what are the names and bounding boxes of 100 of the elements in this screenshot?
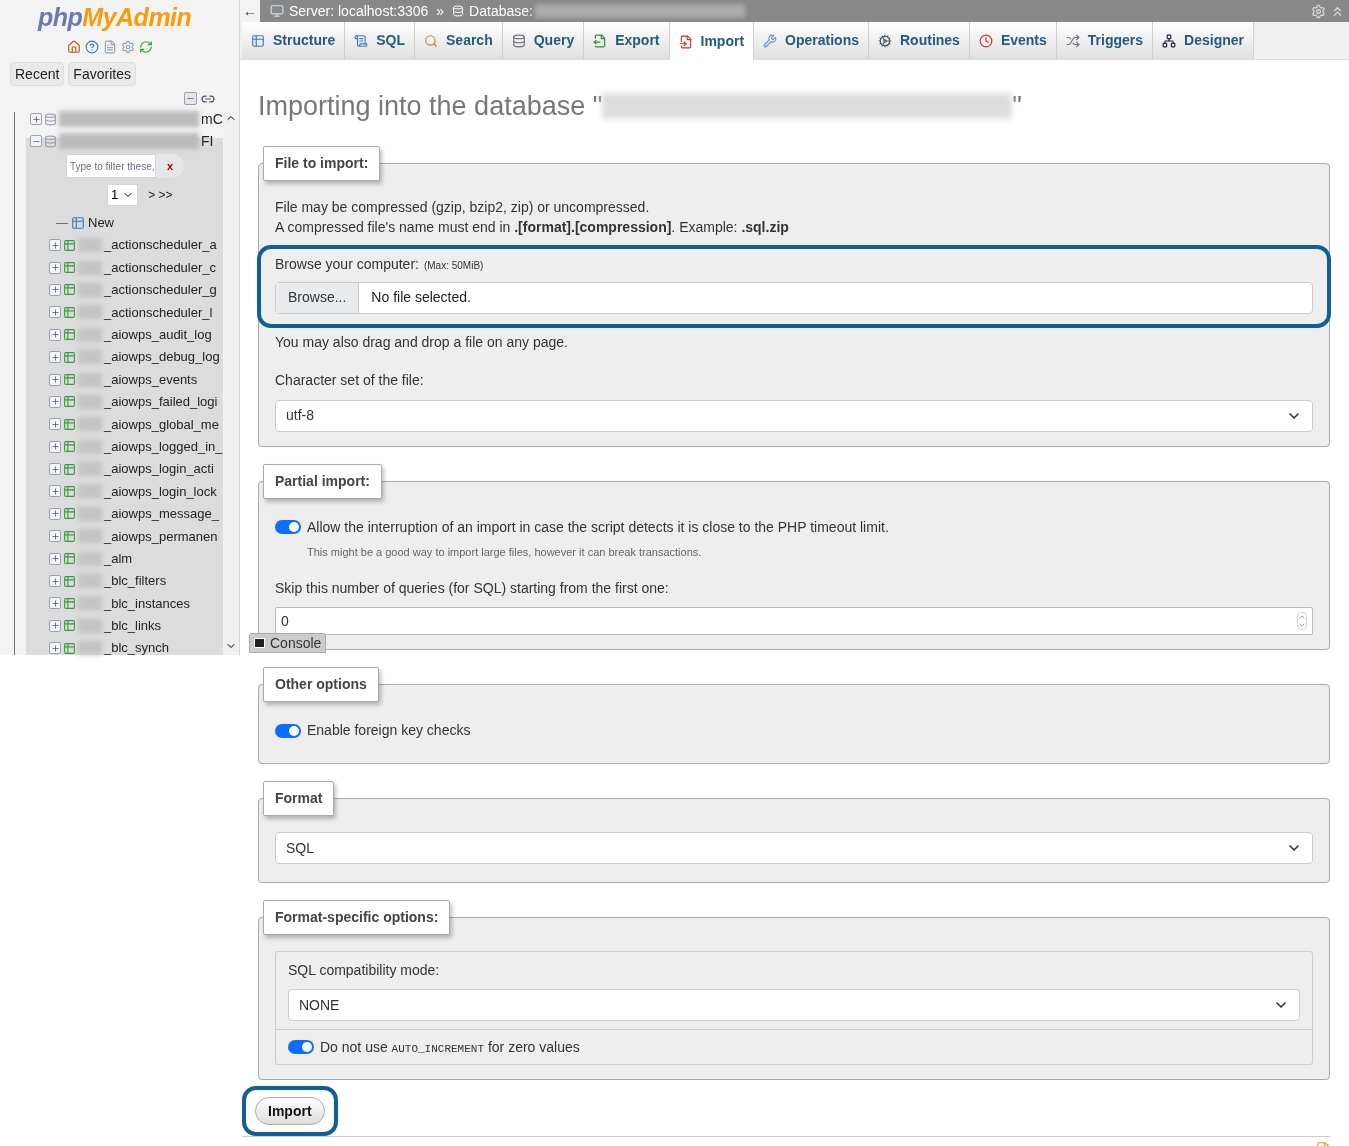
table-icon[interactable] — [63, 552, 76, 566]
file-status: No file selected. — [370, 288, 472, 307]
toggle-switch[interactable] — [275, 520, 301, 534]
expand-icon[interactable] — [49, 418, 61, 431]
table-icon[interactable] — [63, 305, 76, 319]
page-nav-link[interactable]: > >> — [148, 186, 173, 204]
sidebar-button[interactable]: Favorites — [68, 62, 136, 86]
table-name[interactable]: _actionscheduler_a — [104, 235, 217, 255]
link-icon[interactable] — [201, 92, 215, 106]
nav-tab[interactable]: Designer — [1153, 22, 1254, 59]
table-name[interactable]: _aiowps_failed_logi — [104, 392, 218, 412]
page-select[interactable]: 1 — [107, 184, 139, 206]
table-name[interactable]: _alm — [104, 548, 133, 569]
table-icon[interactable] — [63, 574, 76, 588]
clear-filter-button[interactable]: x — [156, 154, 184, 178]
toggle-switch[interactable] — [288, 1040, 314, 1054]
server-link[interactable]: Server: localhost:3306 — [289, 0, 429, 22]
number-field[interactable]: 0 — [275, 607, 1313, 635]
nav-tab[interactable]: Events — [969, 22, 1057, 59]
expand-icon[interactable] — [30, 113, 42, 125]
nav-tab[interactable]: Operations — [754, 22, 869, 59]
table-name[interactable]: _actionscheduler_g — [104, 280, 217, 300]
import-button[interactable]: Import — [255, 1097, 325, 1125]
toggle-switch[interactable] — [275, 723, 301, 738]
file-input[interactable]: Browse... No file selected. — [275, 281, 1313, 314]
new-table-icon[interactable] — [71, 216, 85, 230]
table-name[interactable]: _blc_filters — [104, 571, 167, 591]
table-name[interactable]: _blc_synch — [104, 638, 170, 658]
nav-tab[interactable]: Search — [415, 22, 503, 59]
expand-icon[interactable] — [49, 351, 61, 364]
table-icon[interactable] — [63, 238, 76, 252]
table-name[interactable]: _aiowps_events — [104, 369, 198, 390]
expand-icon[interactable] — [49, 485, 61, 498]
nav-tab[interactable]: SQL — [345, 22, 415, 59]
browse-button[interactable]: Browse... — [276, 282, 360, 313]
nav-tab[interactable]: Export — [584, 22, 670, 59]
nav-tab[interactable]: Query — [502, 22, 585, 59]
wrench-icon — [763, 33, 778, 48]
expand-icon[interactable] — [49, 463, 61, 476]
charset-select[interactable]: utf-8 — [275, 399, 1313, 432]
table-name[interactable]: _aiowps_logged_in_ — [104, 436, 223, 457]
console-tab[interactable]: Console — [249, 633, 327, 653]
table-icon[interactable] — [63, 641, 76, 655]
new-table-link[interactable]: New — [88, 213, 114, 233]
sidebar-button[interactable]: Recent — [10, 62, 65, 86]
table-icon[interactable] — [63, 507, 76, 521]
table-name[interactable]: _aiowps_login_lock — [104, 481, 217, 502]
table-icon[interactable] — [63, 261, 76, 275]
table-name[interactable]: _blc_instances — [104, 593, 190, 614]
database-icon — [511, 33, 526, 48]
table-icon[interactable] — [63, 283, 76, 297]
collapse-icon[interactable] — [30, 135, 42, 147]
help-icon[interactable] — [84, 40, 99, 54]
table-icon[interactable] — [63, 328, 76, 342]
expand-icon[interactable] — [49, 239, 61, 252]
table-icon[interactable] — [63, 395, 76, 409]
back-button[interactable]: ← — [240, 0, 260, 22]
expand-icon[interactable] — [49, 306, 61, 319]
nav-tab[interactable]: Routines — [869, 22, 970, 59]
table-name[interactable]: _aiowps_debug_log — [104, 347, 220, 367]
logo[interactable]: phpMyAdmin — [0, 0, 239, 32]
table-name[interactable]: _aiowps_login_acti — [104, 459, 214, 479]
compat-mode-select[interactable]: NONE — [288, 989, 1300, 1021]
server-icon — [270, 4, 284, 18]
max-size-note: (Max: 50MiB) — [423, 258, 484, 273]
expand-icon[interactable] — [49, 642, 61, 655]
table-name[interactable]: _aiowps_permanen — [104, 526, 218, 546]
expand-icon[interactable] — [49, 597, 61, 610]
reload-icon[interactable] — [138, 40, 153, 54]
table-icon[interactable] — [63, 462, 76, 476]
format-select[interactable]: SQL — [275, 832, 1313, 864]
database-link[interactable]: Database: — [469, 0, 533, 22]
expand-icon[interactable] — [49, 575, 61, 588]
nav-tab[interactable]: Triggers — [1056, 22, 1154, 59]
database-name[interactable]: mC — [201, 108, 223, 130]
table-icon[interactable] — [63, 619, 76, 633]
database-name[interactable]: FI — [201, 130, 214, 152]
nav-tab[interactable]: Structure — [242, 22, 346, 59]
table-icon[interactable] — [63, 417, 76, 431]
table-icon[interactable] — [63, 596, 76, 610]
table-icon[interactable] — [63, 350, 76, 364]
settings-icon[interactable] — [120, 40, 135, 54]
document-icon[interactable] — [102, 40, 117, 54]
table-name[interactable]: _actionscheduler_l — [104, 302, 213, 323]
home-icon[interactable] — [66, 40, 81, 54]
table-name[interactable]: _aiowps_message_ — [104, 504, 219, 524]
nav-tab[interactable]: Import — [669, 22, 755, 61]
table-icon[interactable] — [63, 529, 76, 543]
table-icon[interactable] — [63, 485, 76, 498]
table-name[interactable]: _aiowps_audit_log — [104, 325, 212, 345]
table-name[interactable]: _blc_links — [104, 616, 162, 636]
console-icon — [254, 638, 265, 648]
filter-field[interactable]: Type to filter these, — [66, 154, 156, 178]
collapse-all-icon[interactable] — [184, 92, 197, 105]
table-icon[interactable] — [63, 373, 76, 387]
expand-icon[interactable] — [49, 530, 61, 543]
table-name[interactable]: _actionscheduler_c — [104, 257, 217, 278]
table-name[interactable]: _aiowps_global_me — [104, 414, 219, 435]
table-icon[interactable] — [63, 440, 76, 454]
spinner-icon[interactable] — [1297, 612, 1307, 630]
